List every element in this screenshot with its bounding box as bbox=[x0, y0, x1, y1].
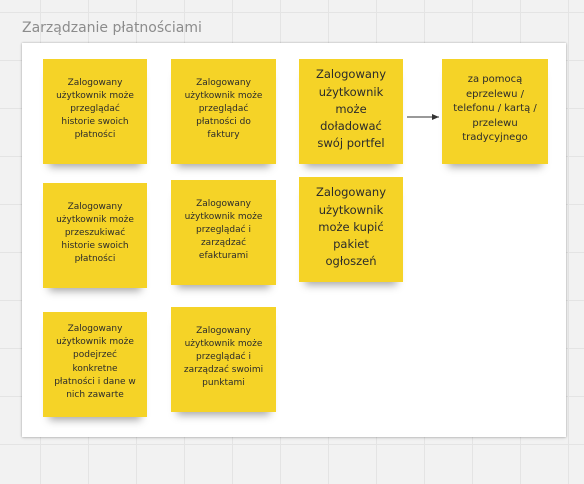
sticky-note-invoice-view[interactable]: Zalogowany użytkownik może przeglądać pł… bbox=[171, 59, 276, 164]
sticky-note-text: Zalogowany użytkownik może przeglądać i … bbox=[184, 198, 263, 262]
sticky-note-buy-ad-package[interactable]: Zalogowany użytkownik może kupić pakiet … bbox=[299, 177, 403, 282]
sticky-note-text: Zalogowany użytkownik może przeszukiwać … bbox=[56, 201, 134, 265]
sticky-note-wallet-topup[interactable]: Zalogowany użytkownik może doładować swó… bbox=[299, 59, 403, 164]
sticky-note-text: Zalogowany użytkownik może przeglądać i … bbox=[183, 325, 264, 389]
sticky-note-text: Zalogowany użytkownik może podejrzeć kon… bbox=[54, 324, 136, 400]
sticky-note-text: Zalogowany użytkownik może przeglądać pł… bbox=[184, 77, 263, 141]
sticky-note-payment-details[interactable]: Zalogowany użytkownik może podejrzeć kon… bbox=[43, 312, 147, 417]
sticky-note-payment-methods[interactable]: za pomocą eprzelewu / telefonu / kartą /… bbox=[442, 59, 548, 164]
sticky-note-history-search[interactable]: Zalogowany użytkownik może przeszukiwać … bbox=[43, 183, 147, 288]
sticky-note-einvoices[interactable]: Zalogowany użytkownik może przeglądać i … bbox=[171, 180, 276, 285]
sticky-note-points[interactable]: Zalogowany użytkownik może przeglądać i … bbox=[171, 307, 276, 412]
sticky-note-history-view[interactable]: Zalogowany użytkownik może przeglądać hi… bbox=[43, 59, 147, 164]
sticky-note-text: Zalogowany użytkownik może doładować swó… bbox=[315, 67, 387, 151]
sticky-note-text: Zalogowany użytkownik może przeglądać hi… bbox=[56, 77, 134, 141]
sticky-note-text: za pomocą eprzelewu / telefonu / kartą /… bbox=[453, 74, 537, 144]
sticky-note-text: Zalogowany użytkownik może kupić pakiet … bbox=[315, 185, 387, 269]
frame-title[interactable]: Zarządzanie płatnościami bbox=[22, 20, 202, 36]
